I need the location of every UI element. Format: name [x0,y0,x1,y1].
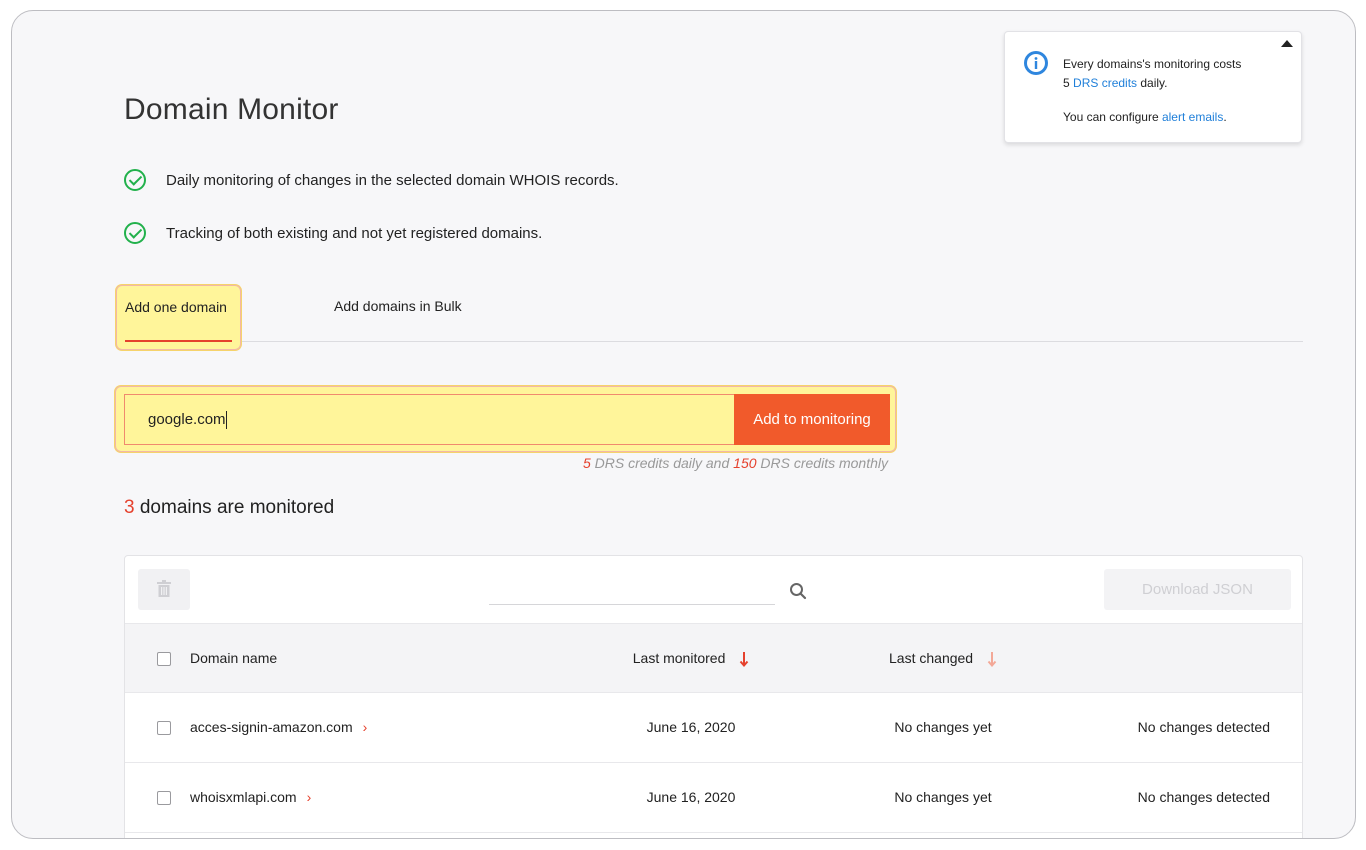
search-underline [489,604,775,605]
download-json-button[interactable]: Download JSON [1104,569,1291,610]
info-text: Every domains's monitoring costs 5 DRS c… [1063,57,1242,124]
chevron-right-icon[interactable]: › [363,719,368,735]
domain-name-cell[interactable]: whoisxmlapi.com › [190,789,311,805]
tab-add-domains-bulk[interactable]: Add domains in Bulk [334,298,462,314]
sort-arrow-down-icon [739,652,749,668]
table-toolbar: Download JSON [125,556,1302,623]
status-cell: No changes detected [1137,789,1270,805]
drs-credits-link[interactable]: DRS credits [1073,76,1137,90]
domain-input[interactable]: google.com [124,394,735,445]
monitored-count-number: 3 [124,497,135,518]
select-all-checkbox[interactable] [157,652,171,666]
header-last-changed[interactable]: Last changed [868,650,1018,668]
feature-item: Tracking of both existing and not yet re… [124,222,542,244]
page-title: Domain Monitor [124,93,339,126]
domain-name-cell[interactable]: acces-signin-amazon.com › [190,719,367,735]
last-changed-cell: No changes yet [894,789,992,805]
header-domain-name[interactable]: Domain name [190,650,277,666]
tab-label: Add one domain [125,299,227,315]
sort-arrow-down-icon [987,652,997,668]
row-checkbox[interactable] [157,791,171,805]
table-row[interactable]: whoisxmlapi.com › June 16, 2020 No change… [125,763,1302,833]
feature-text: Daily monitoring of changes in the selec… [166,171,619,189]
delete-button[interactable] [138,569,190,610]
monitored-count: 3 domains are monitored [124,497,335,518]
credits-note: 5 DRS credits daily and 150 DRS credits … [582,455,888,471]
table-header: Domain name Last monitored Last changed [125,623,1302,693]
info-icon [1024,51,1048,75]
domains-table: Download JSON Domain name Last monitored… [124,555,1303,838]
add-to-monitoring-button[interactable]: Add to monitoring [734,394,890,445]
trash-icon [157,580,171,597]
feature-text: Tracking of both existing and not yet re… [166,224,543,242]
collapse-caret-icon[interactable] [1281,40,1293,47]
tab-add-one-domain[interactable]: Add one domain [116,285,241,350]
last-changed-cell: No changes yet [894,719,992,735]
active-tab-underline [125,340,232,342]
row-checkbox[interactable] [157,721,171,735]
check-circle-icon [124,169,146,191]
table-row[interactable]: acces-signin-amazon.com › June 16, 2020 N… [125,693,1302,763]
check-circle-icon [124,222,146,244]
last-monitored-cell: June 16, 2020 [646,789,736,805]
app-window: Domain Monitor Daily monitoring of chang… [11,10,1356,839]
tab-bar: Add one domain Add domains in Bulk [116,285,1303,350]
search-input[interactable] [489,576,775,604]
add-domain-form: google.com Add to monitoring [115,386,896,452]
header-last-monitored[interactable]: Last monitored [595,650,787,668]
info-tooltip: Every domains's monitoring costs 5 DRS c… [1004,31,1302,143]
last-monitored-cell: June 16, 2020 [646,719,736,735]
status-cell: No changes detected [1137,719,1270,735]
chevron-right-icon[interactable]: › [307,789,312,805]
feature-item: Daily monitoring of changes in the selec… [124,169,619,191]
alert-emails-link[interactable]: alert emails [1162,110,1223,124]
search-icon[interactable] [789,582,807,600]
